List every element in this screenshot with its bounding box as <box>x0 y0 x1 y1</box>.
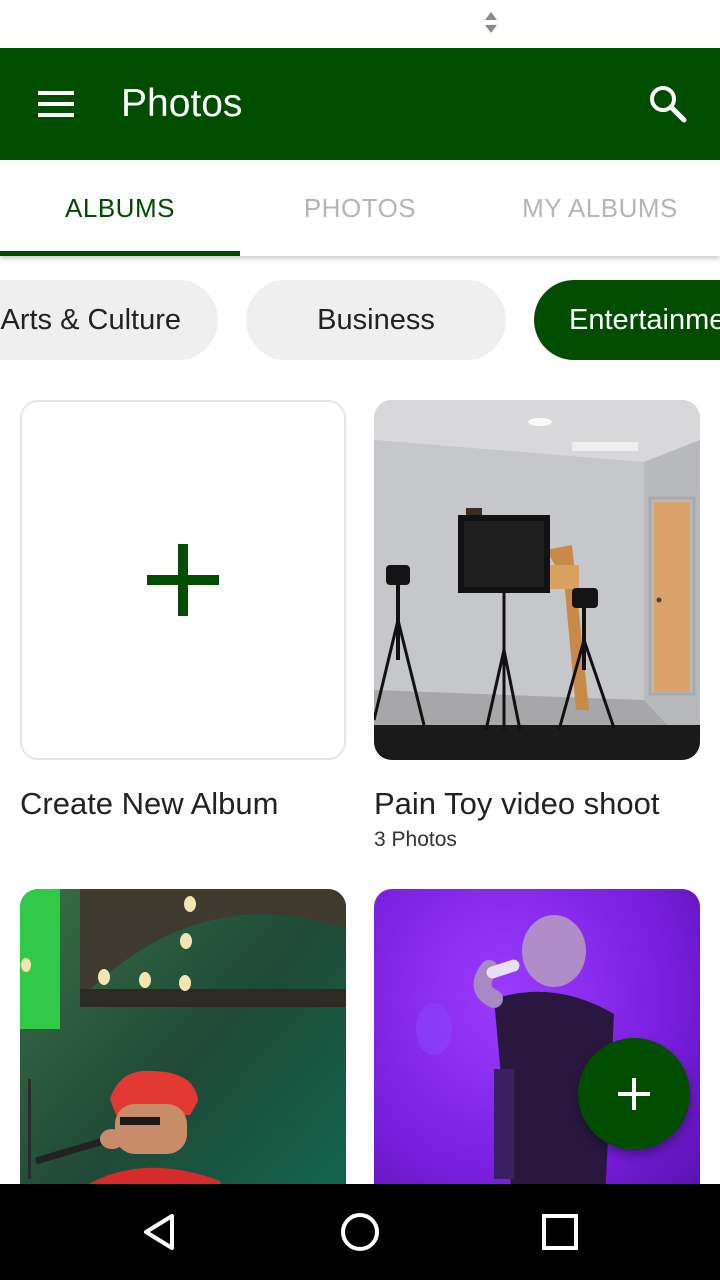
tab-photos[interactable]: PHOTOS <box>240 160 480 256</box>
create-album-tile[interactable] <box>20 400 346 760</box>
album-title: Create New Album <box>20 786 279 821</box>
back-icon[interactable] <box>132 1204 188 1260</box>
tab-indicator <box>0 251 240 256</box>
plus-icon <box>147 544 219 616</box>
chip-entertainment[interactable]: Entertainment <box>534 280 720 360</box>
plus-icon <box>618 1078 650 1110</box>
chip-arts-culture[interactable]: Arts & Culture <box>0 280 218 360</box>
tab-albums[interactable]: ALBUMS <box>0 160 240 256</box>
page-title: Photos <box>121 82 243 125</box>
tab-bar: ALBUMS PHOTOS MY ALBUMS <box>0 160 720 256</box>
album-thumbnail[interactable] <box>20 889 346 1184</box>
status-bar <box>0 0 720 48</box>
menu-icon[interactable] <box>28 78 84 130</box>
home-icon[interactable] <box>332 1204 388 1260</box>
app-bar: Photos <box>0 48 720 160</box>
search-icon[interactable] <box>640 76 696 132</box>
create-album-card[interactable]: Create New Album <box>20 400 346 860</box>
sort-arrows-icon <box>485 12 497 33</box>
album-title: Pain Toy video shoot <box>374 786 660 821</box>
category-chips: Arts & Culture Business Entertainment <box>0 280 720 360</box>
system-nav-bar <box>0 1184 720 1280</box>
chip-label: Arts & Culture <box>0 303 182 336</box>
album-card[interactable]: Pain Toy video shoot 3 Photos <box>374 400 700 860</box>
studio-photo-image <box>374 400 700 760</box>
concert-photo-image <box>20 889 346 1184</box>
tab-my-albums[interactable]: MY ALBUMS <box>480 160 720 256</box>
recents-icon[interactable] <box>532 1204 588 1260</box>
chip-label: Business <box>317 303 435 336</box>
chip-business[interactable]: Business <box>246 280 506 360</box>
album-thumbnail[interactable] <box>374 400 700 760</box>
album-photo-count: 3 Photos <box>374 828 457 851</box>
chip-label: Entertainment <box>569 303 720 336</box>
add-fab-button[interactable] <box>578 1038 690 1150</box>
album-card[interactable] <box>20 889 346 1184</box>
